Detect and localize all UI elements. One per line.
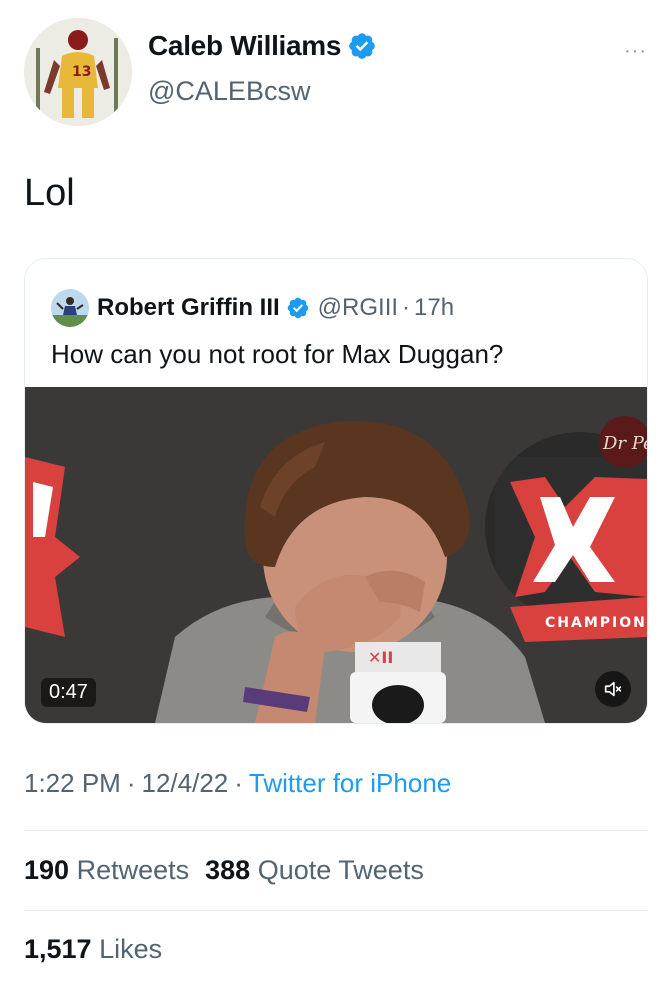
quote-tweets-stat[interactable]: 388 Quote Tweets <box>205 855 424 885</box>
tweet-source-link[interactable]: Twitter for iPhone <box>249 768 451 798</box>
press-conference-thumbnail: CHAMPION Dr Pepper ✕II <box>25 387 647 723</box>
quoted-author-name[interactable]: Robert Griffin III <box>97 294 280 322</box>
separator-dot: · <box>234 768 243 798</box>
quoted-tweet-card[interactable]: Robert Griffin III @RGIII · 17h How can … <box>24 258 648 724</box>
quote-tweets-count: 388 <box>205 855 251 885</box>
author-display-name[interactable]: Caleb Williams <box>148 30 341 62</box>
quote-tweets-label: Quote Tweets <box>257 855 424 885</box>
video-duration-badge: 0:47 <box>41 678 96 707</box>
more-options-icon[interactable]: ··· <box>624 40 647 63</box>
author-avatar[interactable]: 13 <box>24 18 132 126</box>
divider <box>24 830 647 831</box>
quoted-author-handle[interactable]: @RGIII <box>318 294 398 322</box>
tweet-text: Lol <box>24 172 75 214</box>
quoted-author-avatar[interactable] <box>51 289 89 327</box>
likes-count: 1,517 <box>24 934 92 964</box>
verified-badge-icon <box>349 33 375 59</box>
video-player[interactable]: CHAMPION Dr Pepper ✕II 0:47 <box>25 387 647 723</box>
quoted-timestamp[interactable]: 17h <box>414 294 454 322</box>
tweet-date[interactable]: 12/4/22 <box>142 768 229 798</box>
svg-text:13: 13 <box>72 64 91 80</box>
engagement-stats: 190 Retweets 388 Quote Tweets <box>24 855 424 886</box>
retweets-stat[interactable]: 190 Retweets <box>24 855 189 885</box>
svg-text:✕II: ✕II <box>368 648 393 667</box>
dr-pepper-logo: Dr Pepper <box>602 433 647 454</box>
separator-dot: · <box>126 768 136 798</box>
divider <box>24 910 647 911</box>
tweet-time[interactable]: 1:22 PM <box>24 768 121 798</box>
likes-label: Likes <box>99 934 163 964</box>
separator-dot: · <box>402 294 411 321</box>
retweets-count: 190 <box>24 855 70 885</box>
verified-badge-icon <box>287 297 308 319</box>
likes-stat[interactable]: 1,517 Likes <box>24 934 162 965</box>
football-player-photo: 13 <box>24 18 132 126</box>
retweets-label: Retweets <box>76 855 190 885</box>
author-handle[interactable]: @CALEBcsw <box>148 76 310 107</box>
muted-speaker-icon[interactable] <box>595 671 631 707</box>
quoted-tweet-text: How can you not root for Max Duggan? <box>51 339 504 369</box>
tweet-meta: 1:22 PM · 12/4/22 · Twitter for iPhone <box>24 768 451 799</box>
champion-backdrop-text: CHAMPION <box>545 615 647 631</box>
